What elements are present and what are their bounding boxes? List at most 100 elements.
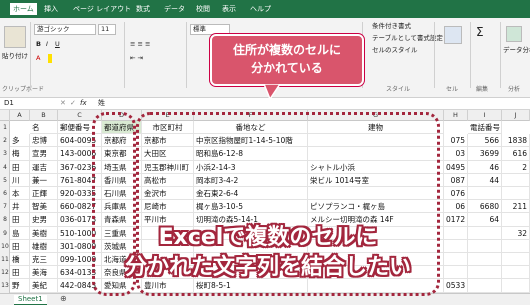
table-format-button[interactable]: テーブルとして書式設定 <box>372 34 443 43</box>
tab-page-layout[interactable]: ページ レイアウト <box>73 3 131 15</box>
cell-b[interactable]: 史男 <box>30 213 58 227</box>
confirm-icon[interactable]: ✓ <box>70 99 76 108</box>
paste-icon[interactable] <box>4 26 26 48</box>
data-analysis-button[interactable]: データ分析 <box>503 46 530 55</box>
cell-j[interactable] <box>502 239 530 253</box>
cell-a[interactable]: 田 <box>10 160 30 174</box>
cell-a[interactable]: 田 <box>10 266 30 280</box>
cell-a[interactable]: 島 <box>10 226 30 240</box>
cell-i[interactable]: 566 <box>468 134 502 148</box>
row-header[interactable]: 4 <box>0 161 10 174</box>
tab-insert[interactable]: 挿入 <box>44 3 58 15</box>
cell-a[interactable]: 川 <box>10 173 30 187</box>
cell-b[interactable]: 運吉 <box>30 160 58 174</box>
cell-j[interactable]: 32 <box>502 226 530 240</box>
font-color-icon[interactable]: A <box>36 54 40 63</box>
sheet-tab[interactable]: Sheet1 <box>14 295 47 305</box>
fx-icon[interactable]: fx <box>80 99 87 108</box>
row-header[interactable]: 10 <box>0 240 10 253</box>
cell-a[interactable]: 橋 <box>10 253 30 267</box>
cancel-icon[interactable]: ✕ <box>60 99 66 108</box>
cell-b[interactable]: 正輝 <box>30 187 58 201</box>
conditional-format-button[interactable]: 条件付き書式 <box>372 22 411 31</box>
row-header[interactable]: 3 <box>0 147 10 160</box>
column-header[interactable]: B <box>30 110 58 121</box>
cell-b[interactable]: 克三 <box>30 253 58 267</box>
italic-icon[interactable]: I <box>46 40 48 49</box>
header-cell[interactable]: 名 <box>30 121 58 135</box>
cell-b[interactable]: 雄樹 <box>30 239 58 253</box>
row-header[interactable]: 2 <box>0 134 10 147</box>
column-header[interactable]: J <box>502 110 530 121</box>
indent-icon[interactable]: ⇤ ⇥ <box>130 54 143 63</box>
cell-b[interactable]: 智美 <box>30 200 58 214</box>
add-sheet-icon[interactable]: ⊕ <box>60 294 67 304</box>
cell-i[interactable] <box>468 253 502 267</box>
cell-h[interactable]: 076 <box>444 187 468 201</box>
cell-a[interactable]: 多 <box>10 134 30 148</box>
cell-i[interactable]: 44 <box>468 173 502 187</box>
cell-b[interactable]: 忠博 <box>30 134 58 148</box>
cell-a[interactable]: 野 <box>10 279 30 293</box>
cell-b[interactable]: 宣男 <box>30 147 58 161</box>
row-header[interactable]: 6 <box>0 187 10 200</box>
underline-icon[interactable]: U <box>55 40 60 49</box>
name-box[interactable]: D1 <box>4 99 14 108</box>
row-header[interactable]: 9 <box>0 227 10 240</box>
column-header[interactable]: H <box>444 110 468 121</box>
tab-data[interactable]: データ <box>164 3 185 15</box>
formula-input[interactable]: 姓 <box>98 99 105 108</box>
cell-i[interactable] <box>468 226 502 240</box>
font-size-select[interactable]: 11 <box>98 24 116 35</box>
tab-help[interactable]: ヘルプ <box>250 3 271 15</box>
tab-formulas[interactable]: 数式 <box>136 3 150 15</box>
edit-icon[interactable]: Σ <box>476 26 484 38</box>
cell-h[interactable]: 075 <box>444 134 468 148</box>
cell-i[interactable]: 64 <box>468 213 502 227</box>
row-header[interactable]: 7 <box>0 200 10 213</box>
cell-j[interactable] <box>502 213 530 227</box>
cell-i[interactable] <box>468 266 502 280</box>
cell-j[interactable]: 1838 <box>502 134 530 148</box>
row-header[interactable]: 5 <box>0 174 10 187</box>
cell-j[interactable] <box>502 173 530 187</box>
column-header[interactable]: A <box>10 110 30 121</box>
cell-i[interactable]: 3699 <box>468 147 502 161</box>
select-all-corner[interactable] <box>0 110 10 121</box>
cell-h[interactable]: 087 <box>444 173 468 187</box>
row-header[interactable]: 8 <box>0 213 10 226</box>
cell-j[interactable] <box>502 253 530 267</box>
cell-a[interactable]: 本 <box>10 187 30 201</box>
cell-styles-button[interactable]: セルのスタイル <box>372 46 418 55</box>
tab-home[interactable]: ホーム <box>10 3 37 17</box>
cell-i[interactable] <box>468 279 502 293</box>
cell-b[interactable]: 美樹 <box>30 226 58 240</box>
row-header[interactable]: 1 <box>0 121 10 134</box>
row-header[interactable]: 12 <box>0 266 10 279</box>
tab-review[interactable]: 校閲 <box>196 3 210 15</box>
row-header[interactable]: 13 <box>0 279 10 292</box>
cell-h[interactable]: 03 <box>444 147 468 161</box>
cell-j[interactable] <box>502 187 530 201</box>
cell-j[interactable]: 2 <box>502 160 530 174</box>
cell-i[interactable] <box>468 239 502 253</box>
cell-h[interactable]: 06 <box>444 200 468 214</box>
cell-j[interactable]: 616 <box>502 147 530 161</box>
data-analysis-icon[interactable] <box>506 26 522 42</box>
cell-a[interactable]: 梅 <box>10 147 30 161</box>
cell-a[interactable]: 田 <box>10 239 30 253</box>
header-cell[interactable]: 電話番号 <box>468 121 502 135</box>
cell-j[interactable] <box>502 279 530 293</box>
tab-view[interactable]: 表示 <box>222 3 236 15</box>
cell-i[interactable]: 46 <box>468 160 502 174</box>
paste-button[interactable]: 貼り付け <box>2 52 28 61</box>
cell-i[interactable]: 6680 <box>468 200 502 214</box>
cell-h[interactable]: 0495 <box>444 160 468 174</box>
cell-a[interactable]: 田 <box>10 213 30 227</box>
cell-j[interactable]: 211 <box>502 200 530 214</box>
font-name-select[interactable]: 游ゴシック <box>34 24 96 35</box>
cell-b[interactable]: 美紀 <box>30 279 58 293</box>
cell-a[interactable]: 井 <box>10 200 30 214</box>
cells-icon[interactable] <box>444 26 462 44</box>
fill-color-icon[interactable] <box>48 54 53 63</box>
